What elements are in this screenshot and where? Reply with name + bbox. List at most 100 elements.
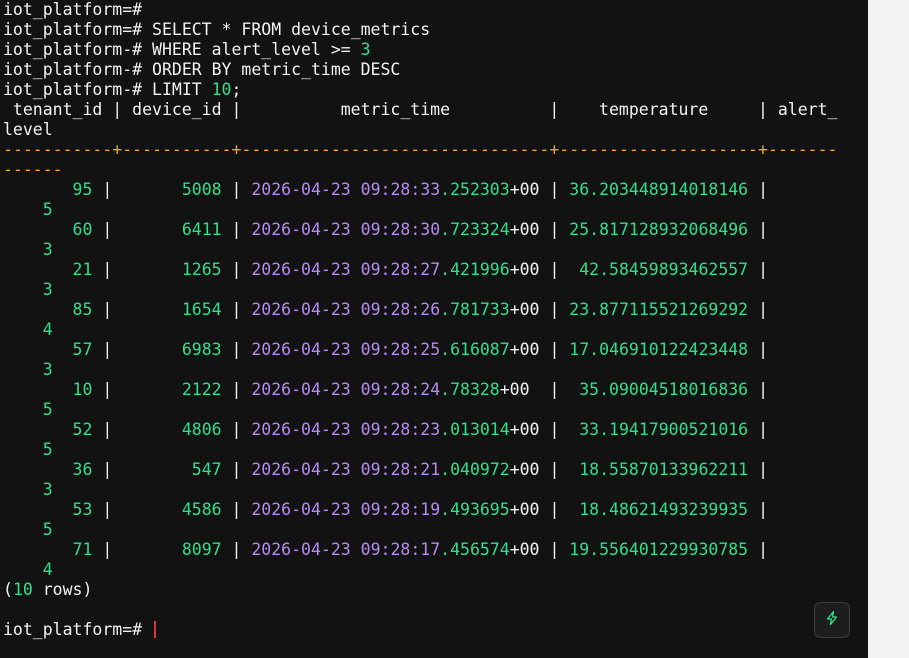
result-divider-wrap: ------: [3, 160, 63, 179]
cell-alert-level: 5: [42, 440, 53, 459]
cell-metric-tz: +00: [509, 220, 540, 239]
cell-alert-level: 5: [42, 200, 53, 219]
cell-device-id: 6983: [122, 340, 232, 359]
query-line-1: iot_platform=# SELECT * FROM device_metr…: [3, 20, 837, 40]
query-text: SELECT * FROM device_metrics: [152, 20, 431, 39]
query-number: 10: [211, 80, 232, 99]
cell-metric-fraction: .781733: [440, 300, 510, 319]
continuation-prompt: iot_platform-#: [3, 80, 143, 99]
query-line-4: iot_platform-# LIMIT 10;: [3, 80, 837, 100]
table-row-wrap: 3: [3, 480, 837, 500]
cell-temperature: 42.58459893462557: [559, 260, 759, 279]
cell-alert-level: 3: [42, 280, 53, 299]
prompt: iot_platform=#: [3, 620, 143, 639]
cell-metric-tz: +00: [509, 460, 540, 479]
prompt: iot_platform=#: [3, 0, 143, 19]
cell-padding: [540, 540, 550, 559]
cell-device-id: 2122: [122, 380, 232, 399]
cell-alert-level: 4: [42, 560, 53, 579]
cell-padding: [540, 460, 550, 479]
cell-metric-time: 09:28:23: [360, 420, 441, 439]
cell-temperature: 35.09004518016836: [559, 380, 759, 399]
cell-temperature: 23.877115521269292: [559, 300, 759, 319]
cell-alert-level: 3: [42, 360, 53, 379]
cell-tenant-id: 21: [3, 260, 103, 279]
cell-metric-time: 09:28:25: [360, 340, 441, 359]
table-row: 60 | 6411 | 2026-04-23 09:28:30.723324+0…: [3, 220, 768, 239]
cell-metric-tz: +00: [509, 420, 540, 439]
table-row: 36 | 547 | 2026-04-23 09:28:21.040972+00…: [3, 460, 768, 479]
cell-metric-time: 09:28:19: [360, 500, 441, 519]
cell-alert-level: 5: [42, 400, 53, 419]
active-prompt-line[interactable]: iot_platform=#: [3, 620, 837, 640]
cell-metric-date: 2026-04-23: [251, 380, 351, 399]
cell-metric-tz: +00: [509, 300, 540, 319]
cell-metric-fraction: .040972: [440, 460, 510, 479]
cell-metric-date: 2026-04-23: [251, 180, 351, 199]
query-text: ORDER BY metric_time DESC: [152, 60, 401, 79]
result-header: tenant_id | device_id | metric_time | te…: [3, 100, 838, 119]
cell-device-id: 1654: [122, 300, 232, 319]
cell-metric-date: 2026-04-23: [251, 540, 351, 559]
text-cursor: [154, 621, 157, 638]
cell-alert-level: 4: [42, 320, 53, 339]
cell-metric-tz: +00: [509, 260, 540, 279]
query-line-2: iot_platform-# WHERE alert_level >= 3: [3, 40, 837, 60]
cell-metric-tz: +00: [509, 540, 540, 559]
cell-padding: [530, 380, 550, 399]
cell-device-id: 6411: [122, 220, 232, 239]
cell-temperature: 18.48621493239935: [559, 500, 759, 519]
query-number: 3: [360, 40, 371, 59]
table-row-wrap: 3: [3, 240, 837, 260]
cell-padding: [540, 220, 550, 239]
table-row-wrap: 3: [3, 360, 837, 380]
cell-metric-fraction: .013014: [440, 420, 510, 439]
table-row: 21 | 1265 | 2026-04-23 09:28:27.421996+0…: [3, 260, 768, 279]
scrollbar-track[interactable]: [868, 0, 909, 658]
cell-padding: [540, 420, 550, 439]
cell-tenant-id: 85: [3, 300, 103, 319]
table-row-wrap: 5: [3, 440, 837, 460]
cell-device-id: 4806: [122, 420, 232, 439]
cell-metric-date: 2026-04-23: [251, 420, 351, 439]
continuation-prompt: iot_platform-#: [3, 40, 143, 59]
cell-metric-fraction: .252303: [440, 180, 510, 199]
cell-metric-time: 09:28:33: [360, 180, 441, 199]
cell-metric-date: 2026-04-23: [251, 220, 351, 239]
table-row: 10 | 2122 | 2026-04-23 09:28:24.78328+00…: [3, 380, 768, 399]
cell-tenant-id: 71: [3, 540, 103, 559]
quick-action-button[interactable]: [814, 602, 850, 638]
cell-device-id: 547: [122, 460, 232, 479]
cell-tenant-id: 57: [3, 340, 103, 359]
cell-alert-level: 5: [42, 520, 53, 539]
cell-metric-time: 09:28:21: [360, 460, 441, 479]
cell-padding: [540, 300, 550, 319]
cell-temperature: 17.046910122423448: [559, 340, 759, 359]
cell-padding: [540, 500, 550, 519]
cell-tenant-id: 36: [3, 460, 103, 479]
table-row: 85 | 1654 | 2026-04-23 09:28:26.781733+0…: [3, 300, 768, 319]
cell-metric-time: 09:28:24: [360, 380, 441, 399]
cell-metric-date: 2026-04-23: [251, 500, 351, 519]
table-row: 52 | 4806 | 2026-04-23 09:28:23.013014+0…: [3, 420, 768, 439]
table-row-wrap: 4: [3, 560, 837, 580]
table-row-wrap: 5: [3, 200, 837, 220]
table-row-wrap: 4: [3, 320, 837, 340]
cell-device-id: 5008: [122, 180, 232, 199]
lightning-bolt-icon: [824, 610, 840, 631]
cell-tenant-id: 52: [3, 420, 103, 439]
cell-metric-date: 2026-04-23: [251, 260, 351, 279]
terminal-window[interactable]: iot_platform=# iot_platform=# SELECT * FR…: [0, 0, 868, 658]
query-line-3: iot_platform-# ORDER BY metric_time DESC: [3, 60, 837, 80]
cell-metric-date: 2026-04-23: [251, 300, 351, 319]
cell-tenant-id: 60: [3, 220, 103, 239]
cell-metric-tz: +00: [509, 340, 540, 359]
cell-padding: [540, 180, 550, 199]
cell-padding: [540, 260, 550, 279]
query-text: ;: [231, 80, 242, 99]
query-text: WHERE alert_level >=: [152, 40, 361, 59]
cell-alert-level: 3: [42, 240, 53, 259]
prompt-line: iot_platform=#: [3, 0, 837, 20]
cell-temperature: 18.55870133962211: [559, 460, 759, 479]
